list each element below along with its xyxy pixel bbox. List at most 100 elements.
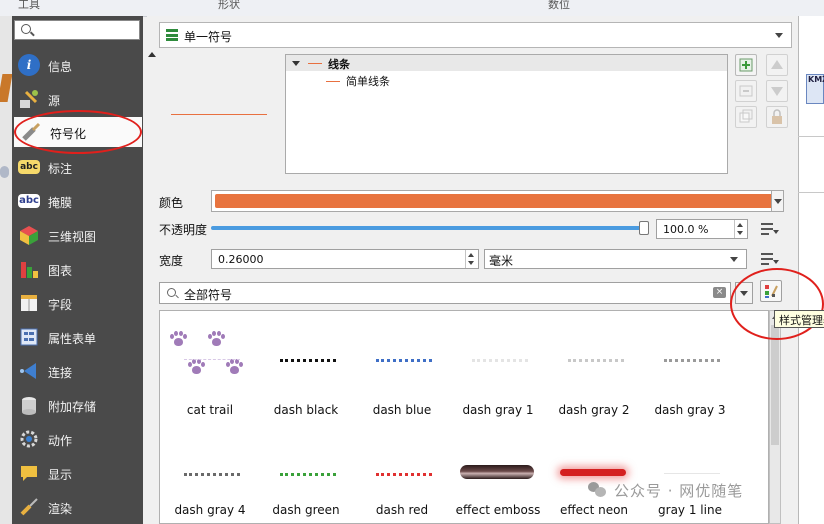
highlight-circle — [730, 268, 824, 340]
sidebar-item-diagrams[interactable]: 图表 — [12, 254, 143, 284]
symbol-layer-label[interactable]: 简单线条 — [346, 73, 390, 89]
symbol-line-preview — [568, 359, 624, 362]
color-label: 颜色 — [159, 196, 184, 210]
duplicate-symbol-layer-button[interactable] — [735, 106, 757, 128]
symbol-item[interactable]: dash red — [354, 421, 450, 521]
line-symbol-icon — [308, 63, 322, 64]
lock-layer-button[interactable] — [766, 106, 788, 128]
move-up-button[interactable] — [766, 54, 788, 76]
symbol-item[interactable]: gray 1 line — [642, 421, 738, 521]
symbol-item-label: dash blue — [372, 403, 432, 417]
sidebar-item-fields[interactable]: 字段 — [12, 288, 143, 318]
scrollbar-thumb[interactable] — [771, 325, 779, 445]
symbol-layer-label: 线条 — [328, 58, 350, 71]
opacity-slider-handle[interactable] — [639, 221, 649, 235]
symbol-item[interactable]: dash blue — [354, 321, 450, 421]
sidebar-item-3d-view[interactable]: 三维视图 — [12, 220, 143, 250]
sidebar-item-actions[interactable]: 动作 — [12, 424, 143, 454]
unit-select[interactable]: 毫米 — [484, 249, 747, 269]
symbology-panel: 单一符号 线条 简单线条 颜色 不透明度 100.0 % 宽度 0.26000 … — [147, 16, 798, 524]
data-defined-override-icon[interactable] — [759, 220, 779, 238]
paw-print-icon — [170, 331, 187, 347]
symbol-filter-input[interactable]: 全部符号 — [159, 282, 731, 304]
symbol-line-preview — [560, 469, 626, 476]
symbol-item[interactable]: dash gray 2 — [546, 321, 642, 421]
toolbar-tab[interactable]: 数位 — [548, 0, 570, 12]
sidebar-item-labels[interactable]: abc 标注 — [12, 152, 143, 182]
symbol-line-preview — [472, 359, 528, 362]
symbol-line-preview — [280, 473, 336, 476]
symbol-item-label: dash gray 3 — [654, 403, 726, 417]
opacity-slider[interactable] — [211, 226, 645, 230]
symbol-layer-row[interactable]: 线条 — [286, 55, 727, 71]
sidebar-item-display[interactable]: 显示 — [12, 458, 143, 488]
color-menu-button[interactable] — [771, 190, 784, 212]
simple-line-icon — [326, 81, 340, 82]
unit-value: 毫米 — [489, 254, 514, 268]
move-down-button[interactable] — [766, 80, 788, 102]
width-spinbox[interactable]: 0.26000 — [211, 249, 479, 269]
source-wrench-icon — [18, 88, 40, 110]
spin-arrows-icon[interactable] — [465, 250, 478, 268]
sidebar-item-label: 信息 — [48, 60, 73, 74]
sidebar-item-label: 掩膜 — [48, 196, 73, 210]
toolbar-tab[interactable]: 形状 — [218, 0, 240, 12]
scroll-up-button[interactable] — [147, 48, 157, 60]
color-button[interactable] — [211, 190, 781, 212]
fields-icon — [18, 292, 40, 314]
paw-print-icon — [226, 359, 243, 375]
symbol-item-label: dash gray 2 — [558, 403, 630, 417]
opacity-label: 不透明度 — [159, 223, 208, 237]
diagram-icon — [18, 258, 40, 280]
symbol-item[interactable]: dash gray 4 — [162, 421, 258, 521]
map-feature — [0, 74, 13, 102]
join-icon — [18, 360, 40, 382]
symbol-layer-tree[interactable]: 线条 简单线条 — [285, 54, 728, 174]
sidebar-item-info[interactable]: i 信息 — [12, 50, 143, 80]
sidebar-item-label: 显示 — [48, 468, 73, 482]
map-feature — [0, 166, 9, 178]
3d-cube-icon — [18, 224, 40, 246]
auxiliary-storage-icon — [18, 394, 40, 416]
sidebar-item-label: 源 — [48, 94, 61, 108]
spin-arrows-icon[interactable] — [734, 220, 747, 238]
symbol-line-preview — [184, 473, 240, 476]
data-defined-override-icon[interactable] — [759, 250, 779, 268]
actions-gear-icon — [18, 428, 40, 450]
toolbar-tab[interactable]: 工具 — [18, 0, 40, 12]
paw-print-icon — [208, 331, 225, 347]
symbol-item[interactable]: effect neon — [546, 421, 642, 521]
symbol-item[interactable]: dash green — [258, 421, 354, 521]
renderer-type-select[interactable]: 单一符号 — [159, 22, 792, 48]
opacity-spinbox[interactable]: 100.0 % — [656, 219, 748, 239]
kmz-layer-icon[interactable]: KMZ — [806, 74, 824, 104]
symbol-item[interactable]: effect emboss — [450, 421, 546, 521]
width-label: 宽度 — [159, 254, 184, 268]
add-symbol-layer-button[interactable] — [735, 54, 757, 76]
symbol-item[interactable]: dash gray 3 — [642, 321, 738, 421]
sidebar-item-attributes-form[interactable]: 属性表单 — [12, 322, 143, 352]
highlight-circle — [14, 110, 142, 154]
symbol-item[interactable]: cat trail — [162, 321, 258, 421]
search-icon — [167, 288, 176, 297]
attribute-form-icon — [18, 326, 40, 348]
sidebar-item-rendering[interactable]: 渲染 — [12, 492, 143, 522]
symbol-item[interactable]: dash black — [258, 321, 354, 421]
sidebar-item-mask[interactable]: abc 掩膜 — [12, 186, 143, 216]
chevron-down-icon — [775, 33, 783, 38]
symbol-item-label: effect neon — [559, 503, 629, 517]
style-manager-tooltip: 样式管理器 — [774, 310, 824, 328]
symbol-line-preview — [280, 359, 336, 362]
chevron-down-icon — [730, 257, 738, 262]
remove-symbol-layer-button[interactable] — [735, 80, 757, 102]
sidebar-item-auxiliary-storage[interactable]: 附加存储 — [12, 390, 143, 420]
symbol-line-preview — [376, 359, 432, 362]
map-canvas-edge — [0, 16, 13, 524]
display-tip-icon — [18, 462, 40, 484]
symbol-item[interactable]: dash gray 1 — [450, 321, 546, 421]
sidebar-item-joins[interactable]: 连接 — [12, 356, 143, 386]
abc-labels-icon: abc — [18, 160, 40, 174]
sidebar-search-input[interactable] — [14, 20, 140, 40]
clear-icon[interactable]: × — [713, 287, 726, 298]
symbol-item-label: gray 1 line — [658, 503, 722, 517]
